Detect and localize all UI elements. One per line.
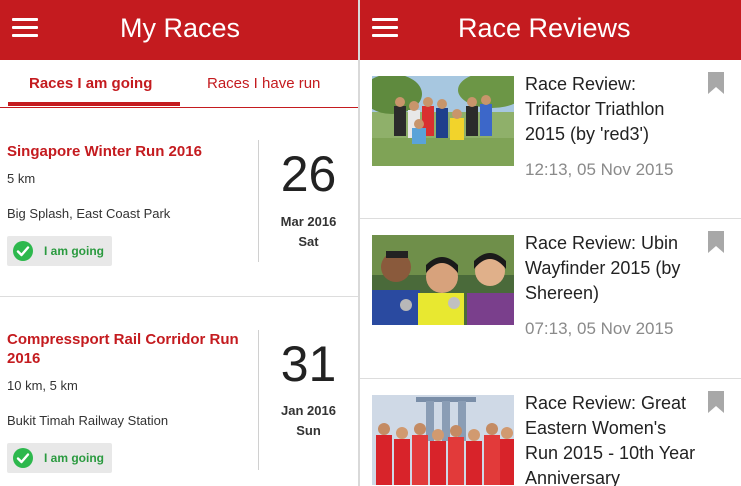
going-status-badge[interactable]: I am going [7,236,112,266]
race-reviews-screen: Race Reviews Race Review: Trifactor Tria… [360,0,741,486]
my-races-screen: My Races Races I am going Races I have r… [0,0,358,486]
tab-races-going[interactable]: Races I am going [29,75,152,92]
menu-icon[interactable] [372,18,398,38]
page-title: Race Reviews [458,13,631,43]
review-photo[interactable] [372,235,514,325]
review-timestamp: 07:13, 05 Nov 2015 [525,319,674,338]
tab-bar: Races I am going Races I have run [0,60,358,108]
bookmark-icon[interactable] [708,231,724,253]
page-title: My Races [120,13,241,43]
race-month-year: Mar 2016 [280,214,337,229]
race-name[interactable]: Singapore Winter Run 2016 [7,142,247,161]
app-bar: Race Reviews [360,0,741,60]
going-status-label: I am going [44,244,104,258]
review-title[interactable]: Race Review: Trifactor Triathlon 2015 (b… [525,72,703,147]
bookmark-icon[interactable] [708,72,724,94]
race-card[interactable]: Compressport Rail Corridor Run 2016 10 k… [0,297,358,486]
tab-races-run[interactable]: Races I have run [207,75,320,92]
race-weekday: Sun [296,423,321,438]
going-status-badge[interactable]: I am going [7,443,112,473]
race-card[interactable]: Singapore Winter Run 2016 5 km Big Splas… [0,108,358,296]
race-distance: 10 km, 5 km [7,378,78,393]
check-circle-icon [13,241,33,261]
bookmark-icon[interactable] [708,391,724,413]
review-timestamp: 12:13, 05 Nov 2015 [525,160,674,179]
app-bar: My Races [0,0,358,60]
review-item[interactable]: Race Review: Trifactor Triathlon 2015 (b… [360,60,741,218]
race-day: 31 [280,336,337,392]
review-item[interactable]: Race Review: Ubin Wayfinder 2015 (by She… [360,219,741,378]
race-distance: 5 km [7,171,36,186]
menu-icon[interactable] [12,18,38,38]
review-title[interactable]: Race Review: Great Eastern Women's Run 2… [525,391,703,486]
review-photo[interactable] [372,76,514,166]
race-name[interactable]: Compressport Rail Corridor Run 2016 [7,330,247,368]
race-weekday: Sat [298,234,319,249]
race-location: Big Splash, East Coast Park [7,206,171,221]
going-status-label: I am going [44,451,104,465]
review-photo[interactable] [372,395,514,485]
review-title[interactable]: Race Review: Ubin Wayfinder 2015 (by She… [525,231,703,306]
race-location: Bukit Timah Railway Station [7,413,169,428]
check-circle-icon [13,448,33,468]
review-item[interactable]: Race Review: Great Eastern Women's Run 2… [360,379,741,486]
race-day: 26 [280,146,337,202]
tab-active-indicator [8,102,180,106]
race-month-year: Jan 2016 [281,403,336,418]
